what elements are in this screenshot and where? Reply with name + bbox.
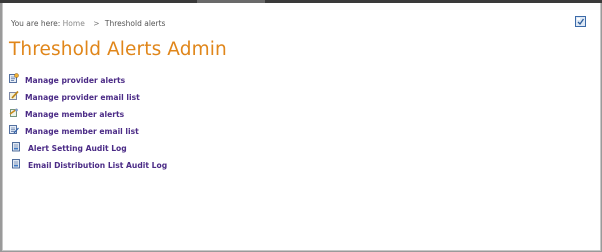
page-title: Threshold Alerts Admin [9,39,227,60]
alert-settings-icon [9,108,18,117]
breadcrumb-prefix: You are here: [11,19,61,28]
audit-log-icon [12,142,20,152]
breadcrumb-home-link[interactable]: Home [63,19,85,28]
breadcrumb: You are here: Home > Threshold alerts [11,19,165,28]
link-label[interactable]: Manage provider alerts [25,76,125,85]
breadcrumb-separator: > [93,19,100,28]
link-label[interactable]: Manage provider email list [25,93,140,102]
link-label[interactable]: Alert Setting Audit Log [28,144,127,153]
alert-settings-icon [9,73,19,83]
breadcrumb-current: Threshold alerts [104,19,166,28]
audit-log-icon [12,159,20,169]
link-label[interactable]: Manage member alerts [25,110,124,119]
help-icon[interactable] [575,16,586,27]
link-label[interactable]: Email Distribution List Audit Log [28,161,167,170]
edit-list-icon [9,90,19,100]
link-label[interactable]: Manage member email list [25,127,139,136]
edit-list-icon [9,125,19,134]
content-window: You are here: Home > Threshold alerts Th… [2,3,601,251]
